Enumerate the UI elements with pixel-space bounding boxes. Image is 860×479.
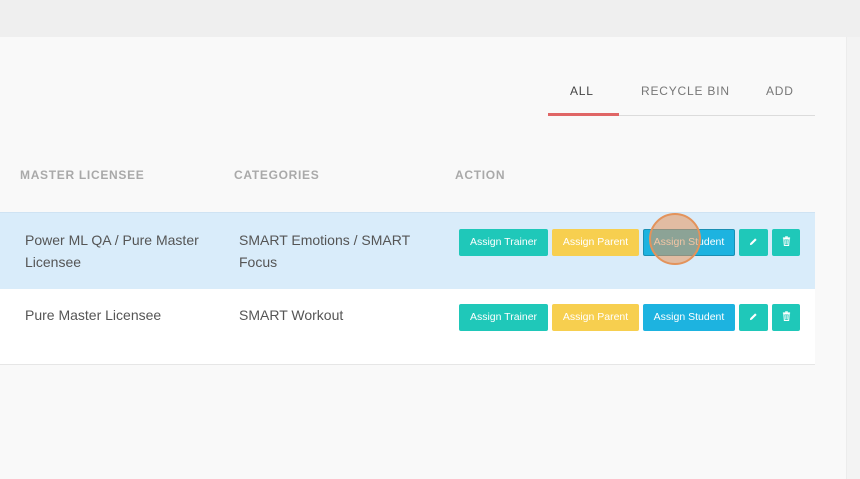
edit-button[interactable] bbox=[739, 304, 768, 331]
trash-icon bbox=[782, 236, 790, 247]
assign-student-button[interactable]: Assign Student bbox=[643, 229, 735, 256]
tab-bar: ALL RECYCLE BIN ADD bbox=[548, 74, 815, 116]
delete-button[interactable] bbox=[772, 229, 800, 256]
tab-recycle-bin[interactable]: RECYCLE BIN bbox=[641, 84, 730, 98]
column-header-action: ACTION bbox=[455, 168, 506, 182]
active-tab-indicator bbox=[548, 113, 619, 116]
assign-trainer-button[interactable]: Assign Trainer bbox=[459, 304, 548, 331]
tab-add[interactable]: ADD bbox=[766, 84, 794, 98]
categories-cell: SMART Workout bbox=[239, 307, 344, 323]
master-licensee-cell: Power ML QA / Pure Master Licensee bbox=[25, 232, 199, 270]
column-header-master-licensee: MASTER LICENSEE bbox=[20, 168, 145, 182]
trash-icon bbox=[782, 311, 790, 322]
pencil-icon bbox=[749, 313, 757, 320]
edit-button[interactable] bbox=[739, 229, 768, 256]
delete-button[interactable] bbox=[772, 304, 800, 331]
categories-cell: SMART Emotions / SMART Focus bbox=[239, 232, 410, 270]
column-header-categories: CATEGORIES bbox=[234, 168, 320, 182]
master-licensee-cell: Pure Master Licensee bbox=[25, 307, 162, 323]
scrollbar-track[interactable] bbox=[846, 37, 860, 479]
assign-trainer-button[interactable]: Assign Trainer bbox=[459, 229, 548, 256]
tab-all[interactable]: ALL bbox=[570, 84, 594, 98]
assign-parent-button[interactable]: Assign Parent bbox=[552, 304, 639, 331]
pencil-icon bbox=[749, 238, 757, 245]
assign-parent-button[interactable]: Assign Parent bbox=[552, 229, 639, 256]
top-bar bbox=[0, 0, 860, 37]
table-row: Power ML QA / Pure Master Licensee SMART… bbox=[0, 212, 815, 289]
table-row: Pure Master Licensee SMART Workout Assig… bbox=[0, 289, 815, 365]
assign-student-button[interactable]: Assign Student bbox=[643, 304, 735, 331]
